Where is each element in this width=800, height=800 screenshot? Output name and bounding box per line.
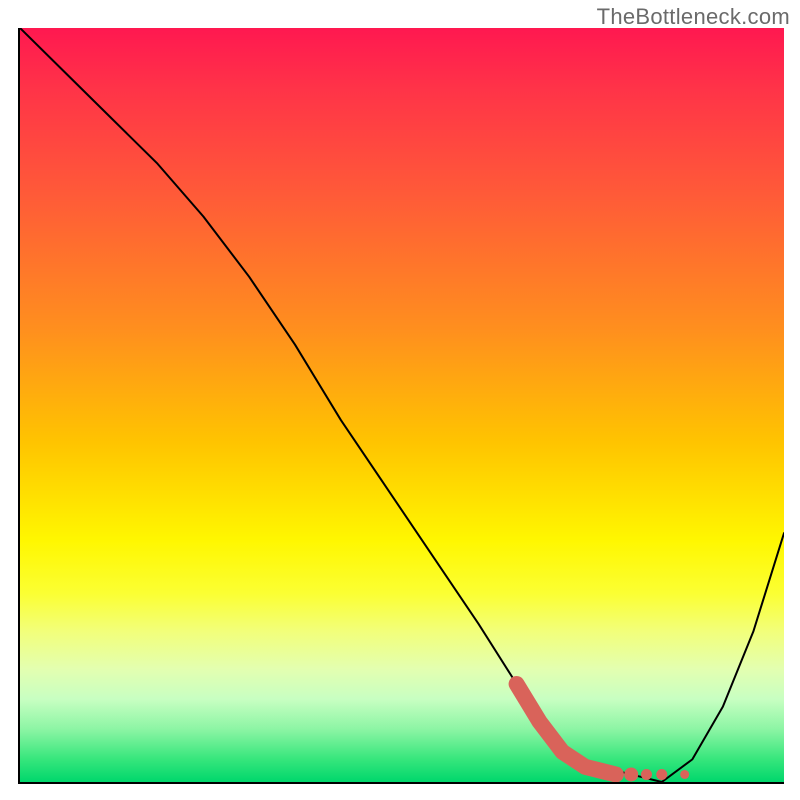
highlight-dot xyxy=(656,769,667,780)
chart-container: TheBottleneck.com xyxy=(0,0,800,800)
highlight-thick-path xyxy=(517,684,616,774)
chart-svg xyxy=(20,28,784,782)
highlight-dot xyxy=(624,767,638,781)
highlight-dot xyxy=(641,769,652,780)
plot-area xyxy=(18,28,784,784)
highlight-dot xyxy=(680,770,689,779)
curve-path xyxy=(20,28,784,782)
watermark-text: TheBottleneck.com xyxy=(597,4,790,30)
